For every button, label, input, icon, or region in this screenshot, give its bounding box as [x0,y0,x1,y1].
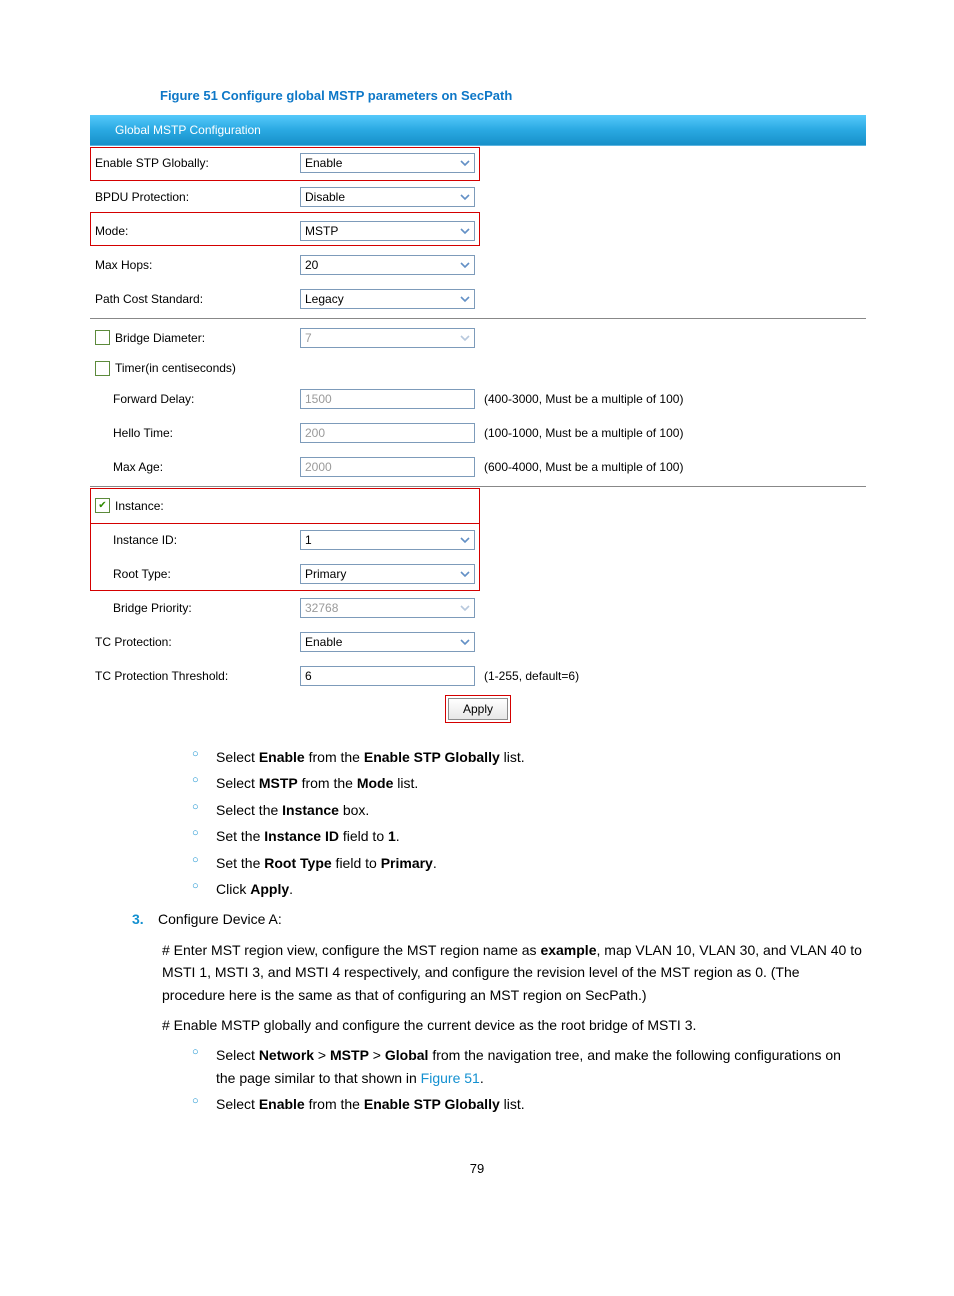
chevron-down-icon [458,190,472,204]
select-instanceid[interactable]: 1 [300,530,475,550]
select-bridgepri-value: 32768 [305,601,338,615]
select-enable-stp[interactable]: Enable [300,153,475,173]
checkbox-bridgediam[interactable] [95,330,110,345]
chevron-down-icon [458,331,472,345]
label-roottype: Root Type: [95,567,300,581]
checkbox-instance[interactable] [95,498,110,513]
apply-button[interactable]: Apply [448,698,508,720]
hint-hello: (100-1000, Must be a multiple of 100) [480,426,683,440]
chevron-down-icon [458,601,472,615]
list-item: Select Enable from the Enable STP Global… [192,1093,864,1115]
label-pathcost: Path Cost Standard: [95,292,300,306]
hint-tcprotthr: (1-255, default=6) [480,669,579,683]
chevron-down-icon [458,292,472,306]
chevron-down-icon [458,156,472,170]
checkbox-timer[interactable] [95,361,110,376]
instructions: Select Enable from the Enable STP Global… [114,746,864,1115]
list-item: Click Apply. [192,878,864,900]
select-pathcost-value: Legacy [305,292,344,306]
sublist-2: Select Network > MSTP > Global from the … [114,1044,864,1115]
hint-fwddelay: (400-3000, Must be a multiple of 100) [480,392,683,406]
list-item: Set the Root Type field to Primary. [192,852,864,874]
select-maxhops[interactable]: 20 [300,255,475,275]
list-item: Select MSTP from the Mode list. [192,772,864,794]
label-instance: Instance: [95,498,300,513]
select-pathcost[interactable]: Legacy [300,289,475,309]
sublist-1: Select Enable from the Enable STP Global… [114,746,864,900]
hint-maxage: (600-4000, Must be a multiple of 100) [480,460,683,474]
chevron-down-icon [458,635,472,649]
select-bridgediam-value: 7 [305,331,312,345]
select-enable-stp-value: Enable [305,156,342,170]
select-bpdu[interactable]: Disable [300,187,475,207]
select-bpdu-value: Disable [305,190,345,204]
step-number: 3. [132,908,158,930]
panel-title: Global MSTP Configuration [90,123,261,137]
step-text: Configure Device A: [158,908,282,930]
label-maxage: Max Age: [95,460,300,474]
label-mode: Mode: [95,224,300,238]
global-mstp-panel: Global MSTP Configuration Enable STP Glo… [90,115,866,726]
chevron-down-icon [458,224,472,238]
list-item: Select the Instance box. [192,799,864,821]
select-roottype[interactable]: Primary [300,564,475,584]
para-2: # Enable MSTP globally and configure the… [162,1014,864,1036]
select-roottype-value: Primary [305,567,346,581]
label-bridgediam: Bridge Diameter: [95,330,300,345]
select-instanceid-value: 1 [305,533,312,547]
chevron-down-icon [458,258,472,272]
input-tcprotthr[interactable]: 6 [300,666,475,686]
list-item: Set the Instance ID field to 1. [192,825,864,847]
select-bridgepri[interactable]: 32768 [300,598,475,618]
page-number: 79 [90,1161,864,1176]
step-3: 3. Configure Device A: [132,908,864,930]
label-enable-stp: Enable STP Globally: [95,156,300,170]
select-bridgediam[interactable]: 7 [300,328,475,348]
figure-link[interactable]: Figure 51 [421,1070,480,1086]
divider [90,486,866,487]
select-mode-value: MSTP [305,224,338,238]
select-tcprot[interactable]: Enable [300,632,475,652]
label-tcprot: TC Protection: [95,635,300,649]
label-bridgepri: Bridge Priority: [95,601,300,615]
list-item: Select Enable from the Enable STP Global… [192,746,864,768]
input-fwddelay[interactable]: 1500 [300,389,475,409]
panel-header: Global MSTP Configuration [90,115,866,146]
label-bpdu: BPDU Protection: [95,190,300,204]
label-fwddelay: Forward Delay: [95,392,300,406]
select-maxhops-value: 20 [305,258,318,272]
label-hello: Hello Time: [95,426,300,440]
label-tcprotthr: TC Protection Threshold: [95,669,300,683]
divider [90,318,866,319]
select-tcprot-value: Enable [305,635,342,649]
input-maxage[interactable]: 2000 [300,457,475,477]
input-hello[interactable]: 200 [300,423,475,443]
para-1: # Enter MST region view, configure the M… [162,939,864,1006]
figure-caption: Figure 51 Configure global MSTP paramete… [160,88,864,103]
chevron-down-icon [458,533,472,547]
label-timer: Timer(in centiseconds) [95,361,300,376]
label-instanceid: Instance ID: [95,533,300,547]
label-maxhops: Max Hops: [95,258,300,272]
chevron-down-icon [458,567,472,581]
list-item: Select Network > MSTP > Global from the … [192,1044,864,1089]
select-mode[interactable]: MSTP [300,221,475,241]
